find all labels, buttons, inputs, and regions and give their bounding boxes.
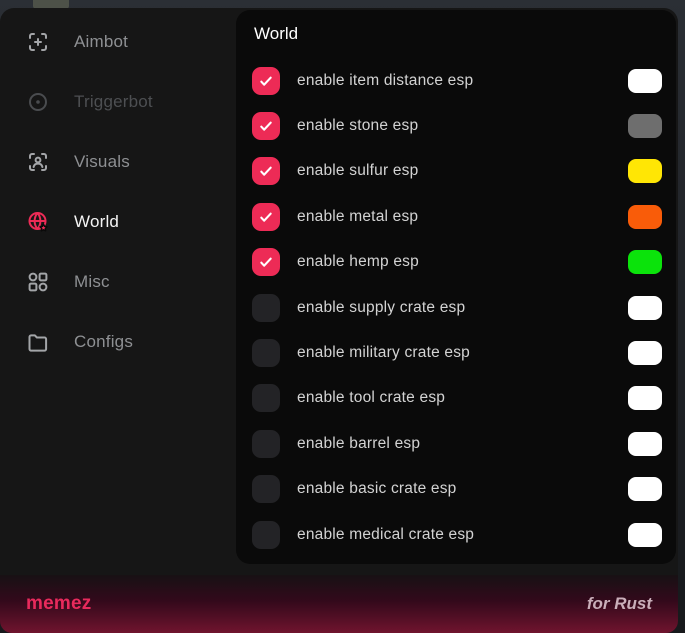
esp-setting-row: enable medical crate esp: [252, 512, 662, 557]
sidebar-item-label: World: [74, 212, 119, 232]
sidebar-item-configs[interactable]: Configs: [0, 312, 236, 372]
esp-setting-row: enable tool crate esp: [252, 376, 662, 421]
esp-setting-label: enable medical crate esp: [297, 526, 474, 544]
globe-star-icon: [26, 210, 50, 234]
brand-tagline: for Rust: [587, 594, 652, 614]
esp-setting-label: enable military crate esp: [297, 344, 470, 362]
esp-setting-row: enable metal esp: [252, 194, 662, 239]
esp-checkbox[interactable]: [252, 157, 280, 185]
footer: memez for Rust: [0, 575, 678, 633]
esp-setting-label: enable item distance esp: [297, 72, 473, 90]
esp-setting-label: enable metal esp: [297, 208, 418, 226]
esp-setting-row: enable barrel esp: [252, 421, 662, 466]
sidebar-item-triggerbot[interactable]: Triggerbot: [0, 72, 236, 132]
esp-color-swatch[interactable]: [628, 432, 662, 456]
esp-checkbox[interactable]: [252, 294, 280, 322]
grid-icon: [26, 270, 50, 294]
brand-logo: memez: [26, 593, 91, 615]
esp-color-swatch[interactable]: [628, 523, 662, 547]
esp-checkbox[interactable]: [252, 203, 280, 231]
esp-checkbox[interactable]: [252, 67, 280, 95]
esp-setting-label: enable barrel esp: [297, 435, 420, 453]
esp-color-swatch[interactable]: [628, 296, 662, 320]
esp-setting-row: enable stone esp: [252, 103, 662, 148]
esp-settings-list: enable item distance esp enable stone es…: [252, 58, 662, 564]
esp-color-swatch[interactable]: [628, 159, 662, 183]
circle-dot-icon: [26, 90, 50, 114]
esp-setting-label: enable tool crate esp: [297, 389, 445, 407]
esp-checkbox[interactable]: [252, 430, 280, 458]
page-title: World: [254, 24, 662, 46]
sidebar-item-label: Triggerbot: [74, 92, 153, 112]
esp-setting-label: enable stone esp: [297, 117, 418, 135]
crosshair-icon: [26, 30, 50, 54]
sidebar-item-world[interactable]: World: [0, 192, 236, 252]
world-panel: World enable item distance esp enable st…: [236, 10, 676, 564]
sidebar-item-label: Aimbot: [74, 32, 128, 52]
esp-setting-row: enable item distance esp: [252, 58, 662, 103]
esp-checkbox[interactable]: [252, 339, 280, 367]
esp-color-swatch[interactable]: [628, 69, 662, 93]
esp-setting-label: enable sulfur esp: [297, 162, 418, 180]
esp-checkbox[interactable]: [252, 384, 280, 412]
esp-setting-row: enable military crate esp: [252, 330, 662, 375]
esp-setting-row: enable supply crate esp: [252, 285, 662, 330]
esp-color-swatch[interactable]: [628, 386, 662, 410]
esp-checkbox[interactable]: [252, 112, 280, 140]
sidebar-item-misc[interactable]: Misc: [0, 252, 236, 312]
esp-setting-row: [252, 557, 662, 564]
esp-setting-row: enable basic crate esp: [252, 467, 662, 512]
sidebar-item-aimbot[interactable]: Aimbot: [0, 12, 236, 72]
sidebar-item-label: Misc: [74, 272, 110, 292]
esp-setting-label: enable basic crate esp: [297, 480, 457, 498]
sidebar: Aimbot Triggerbot Visuals World Misc Con…: [0, 12, 236, 372]
esp-setting-row: enable hemp esp: [252, 240, 662, 285]
esp-setting-label: enable supply crate esp: [297, 299, 465, 317]
sidebar-item-label: Visuals: [74, 152, 130, 172]
sidebar-item-label: Configs: [74, 332, 133, 352]
esp-checkbox[interactable]: [252, 475, 280, 503]
esp-color-swatch[interactable]: [628, 205, 662, 229]
esp-color-swatch[interactable]: [628, 477, 662, 501]
cheat-menu-window: Aimbot Triggerbot Visuals World Misc Con…: [0, 8, 678, 633]
person-scan-icon: [26, 150, 50, 174]
esp-color-swatch[interactable]: [628, 250, 662, 274]
screen: Aimbot Triggerbot Visuals World Misc Con…: [0, 0, 685, 633]
esp-color-swatch[interactable]: [628, 341, 662, 365]
folder-icon: [26, 330, 50, 354]
esp-checkbox[interactable]: [252, 521, 280, 549]
esp-setting-label: enable hemp esp: [297, 253, 419, 271]
esp-setting-row: enable sulfur esp: [252, 149, 662, 194]
esp-checkbox[interactable]: [252, 248, 280, 276]
esp-color-swatch[interactable]: [628, 114, 662, 138]
sidebar-item-visuals[interactable]: Visuals: [0, 132, 236, 192]
